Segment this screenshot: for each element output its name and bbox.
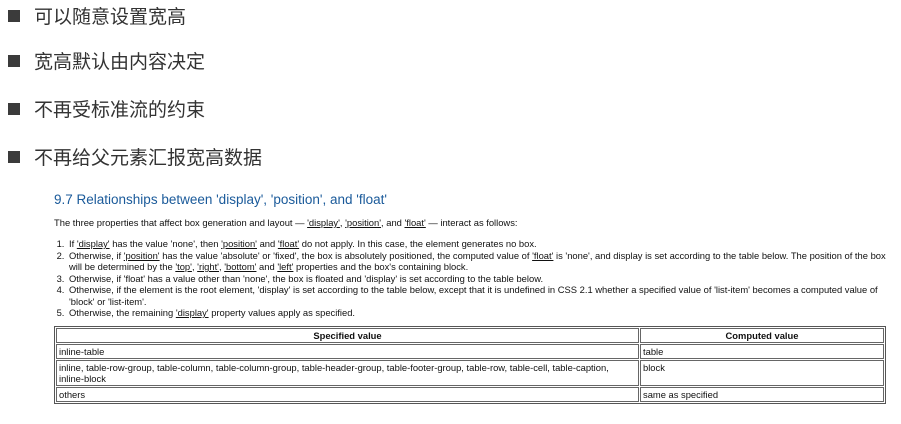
- left-link[interactable]: 'left': [277, 261, 293, 272]
- table-row: inline, table-row-group, table-column, t…: [56, 359, 884, 386]
- rule-text: and: [256, 261, 278, 272]
- rule-text: and: [256, 238, 278, 249]
- rules-list: If 'display' has the value 'none', then …: [54, 238, 890, 319]
- table-header: Specified value: [56, 327, 639, 343]
- spec-excerpt: 9.7 Relationships between 'display', 'po…: [54, 192, 890, 404]
- position-link[interactable]: 'position': [221, 238, 257, 249]
- position-link[interactable]: 'position': [124, 250, 160, 261]
- rule-text: Otherwise, the remaining: [69, 307, 176, 318]
- bullet-text: 宽高默认由内容决定: [34, 51, 206, 73]
- table-cell: same as specified: [640, 386, 884, 402]
- display-link[interactable]: 'display': [307, 217, 340, 228]
- display-link[interactable]: 'display': [77, 238, 110, 249]
- display-table: Specified value Computed value inline-ta…: [54, 325, 886, 404]
- rule-text: has the value 'none', then: [109, 238, 222, 249]
- table-row: others same as specified: [56, 386, 884, 402]
- rule-text: properties and the box's containing bloc…: [293, 261, 469, 272]
- square-bullet-icon: [8, 150, 20, 163]
- table-cell: others: [56, 386, 639, 402]
- table-header: Computed value: [640, 327, 884, 343]
- table-cell: block: [640, 359, 884, 386]
- bullet-text: 可以随意设置宽高: [34, 6, 187, 28]
- square-bullet-icon: [8, 102, 20, 115]
- table-cell: inline, table-row-group, table-column, t…: [56, 359, 639, 386]
- bullet-item: 可以随意设置宽高: [8, 2, 186, 29]
- intro-text: , and: [381, 217, 405, 228]
- top-link[interactable]: 'top': [175, 261, 192, 272]
- table-header-row: Specified value Computed value: [56, 327, 884, 343]
- position-link[interactable]: 'position': [345, 217, 381, 228]
- rule-item: Otherwise, the remaining 'display' prope…: [67, 307, 890, 319]
- square-bullet-icon: [8, 54, 20, 67]
- table-cell: inline-table: [56, 343, 639, 359]
- intro-text: — interact as follows:: [425, 217, 518, 228]
- float-link[interactable]: 'float': [404, 217, 425, 228]
- bottom-link[interactable]: 'bottom': [224, 261, 256, 272]
- bullet-item: 宽高默认由内容决定: [8, 47, 205, 74]
- bullet-item: 不再受标准流的约束: [8, 95, 205, 122]
- table-cell: table: [640, 343, 884, 359]
- rule-text: property values apply as specified.: [208, 307, 356, 318]
- display-link[interactable]: 'display': [176, 307, 209, 318]
- rule-item: Otherwise, if 'position' has the value '…: [67, 250, 890, 273]
- rule-text: do not apply. In this case, the element …: [299, 238, 537, 249]
- right-link[interactable]: 'right': [197, 261, 219, 272]
- spec-heading: 9.7 Relationships between 'display', 'po…: [54, 192, 387, 207]
- float-link[interactable]: 'float': [532, 250, 553, 261]
- rule-item: Otherwise, if the element is the root el…: [67, 284, 890, 307]
- rule-text: If: [69, 238, 77, 249]
- bullet-text: 不再受标准流的约束: [34, 99, 206, 121]
- rule-text: Otherwise, if: [69, 249, 124, 261]
- bullet-item: 不再给父元素汇报宽高数据: [8, 143, 262, 170]
- spec-intro: The three properties that affect box gen…: [54, 217, 890, 228]
- rule-item: If 'display' has the value 'none', then …: [67, 238, 890, 250]
- rule-item: Otherwise, if 'float' has a value other …: [67, 273, 890, 285]
- square-bullet-icon: [8, 9, 20, 22]
- float-link[interactable]: 'float': [278, 238, 299, 249]
- table-row: inline-table table: [56, 343, 884, 359]
- rule-text: has the value 'absolute' or 'fixed', the…: [159, 249, 533, 261]
- bullet-text: 不再给父元素汇报宽高数据: [34, 147, 263, 169]
- intro-text: The three properties that affect box gen…: [54, 217, 308, 228]
